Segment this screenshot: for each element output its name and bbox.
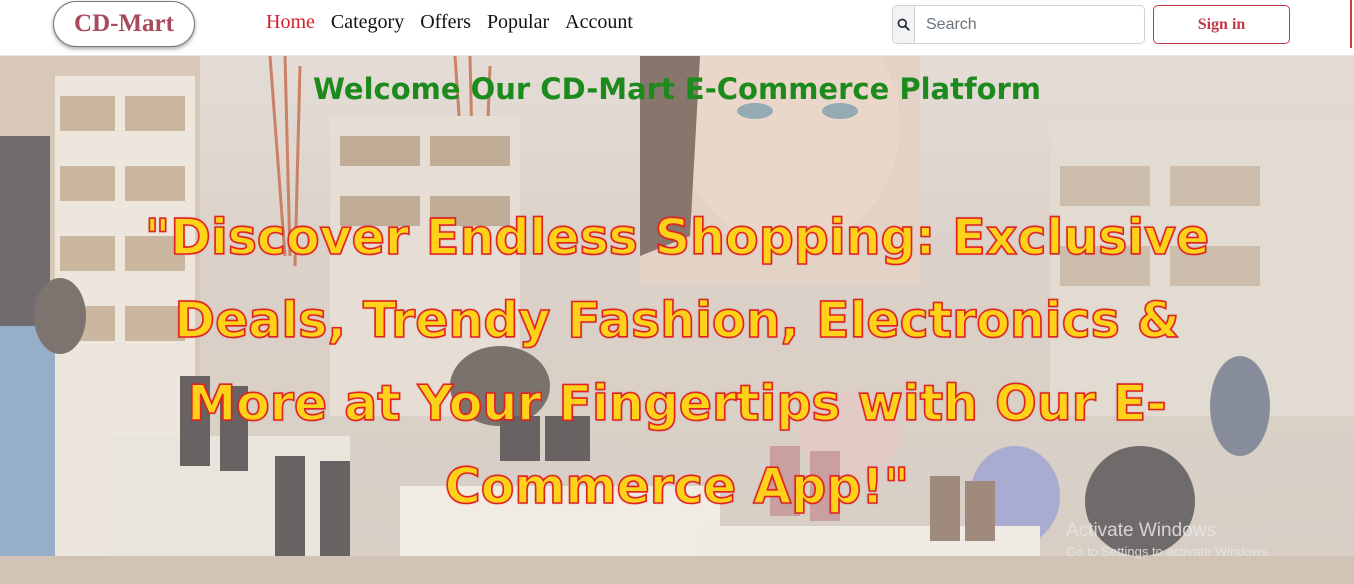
- nav-link-home[interactable]: Home: [266, 11, 315, 34]
- nav-link-popular[interactable]: Popular: [487, 11, 549, 34]
- welcome-heading: Welcome Our CD-Mart E-Commerce Platform: [312, 72, 1042, 106]
- window-edge-line: [1350, 0, 1352, 48]
- nav-link-account[interactable]: Account: [565, 11, 633, 34]
- watermark-title: Activate Windows: [1066, 520, 1216, 541]
- brand-logo-button[interactable]: CD-Mart: [53, 1, 195, 47]
- sign-in-button[interactable]: Sign in: [1153, 5, 1290, 44]
- hero-banner: Welcome Our CD-Mart E-Commerce Platform …: [0, 56, 1354, 584]
- activate-windows-watermark: Activate Windows Go to Settings to activ…: [1066, 520, 1271, 559]
- top-navbar: CD-Mart Home Category Offers Popular Acc…: [0, 0, 1354, 56]
- main-nav: Home Category Offers Popular Account: [266, 11, 633, 34]
- nav-link-category[interactable]: Category: [331, 11, 404, 34]
- search-icon[interactable]: [893, 6, 915, 43]
- search-box: [892, 5, 1145, 44]
- hero-headline: "Discover Endless Shopping: Exclusive De…: [144, 208, 1210, 516]
- search-input[interactable]: [915, 6, 1144, 43]
- nav-link-offers[interactable]: Offers: [420, 11, 471, 34]
- watermark-subtitle: Go to Settings to activate Windows.: [1066, 544, 1272, 559]
